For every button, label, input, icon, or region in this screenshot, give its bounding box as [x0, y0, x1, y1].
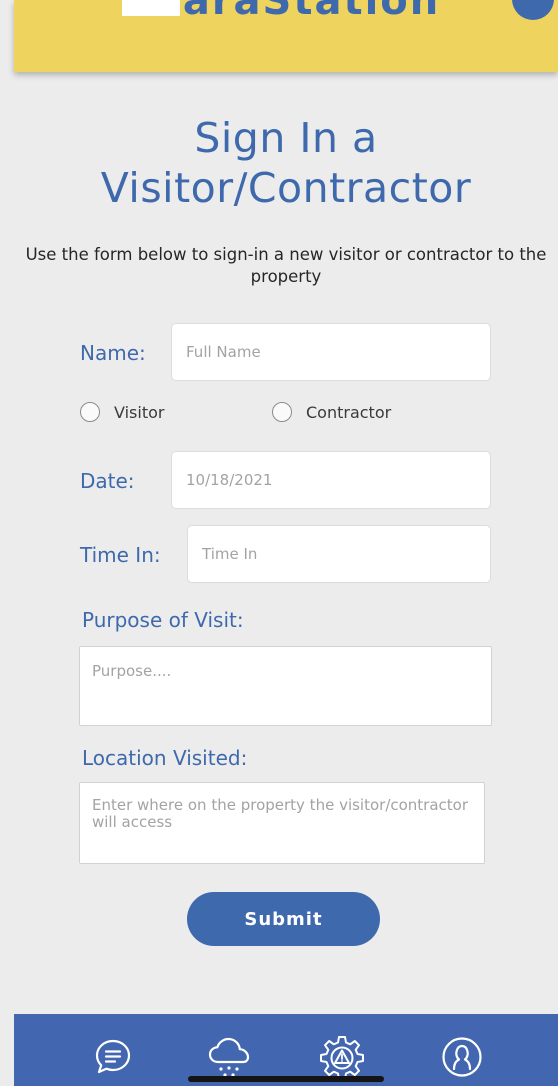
radio-contractor[interactable]: Contractor — [272, 400, 391, 424]
radio-contractor-circle[interactable] — [272, 402, 292, 422]
radio-visitor-label: Visitor — [114, 402, 165, 422]
location-textarea[interactable] — [79, 782, 485, 864]
page-subtitle: Use the form below to sign-in a new visi… — [25, 245, 547, 286]
time-in-input[interactable] — [187, 525, 491, 583]
logo-redaction — [122, 0, 180, 16]
app-logo[interactable]: GaraStation — [148, 0, 448, 24]
name-input[interactable] — [171, 323, 491, 381]
location-label: Location Visited: — [82, 746, 248, 770]
nav-settings-alerts[interactable] — [316, 1032, 368, 1082]
purpose-textarea[interactable] — [79, 646, 492, 726]
radio-visitor[interactable]: Visitor — [80, 400, 164, 424]
chat-bubble-icon — [95, 1039, 131, 1074]
submit-button[interactable]: Submit — [187, 892, 380, 946]
nav-weather[interactable] — [203, 1032, 255, 1082]
app-header: GaraStation — [14, 0, 558, 72]
rain-cloud-icon — [208, 1037, 250, 1077]
page-title: Sign In a Visitor/Contractor — [100, 114, 472, 212]
radio-contractor-label: Contractor — [306, 402, 392, 422]
gear-alert-icon — [320, 1036, 364, 1080]
profile-icon — [442, 1037, 482, 1077]
date-input[interactable] — [171, 451, 491, 509]
time-in-label: Time In: — [80, 543, 161, 567]
purpose-label: Purpose of Visit: — [82, 608, 244, 632]
home-indicator[interactable] — [188, 1076, 384, 1082]
nav-profile[interactable] — [436, 1032, 488, 1082]
date-label: Date: — [80, 469, 135, 493]
user-avatar-icon[interactable] — [512, 0, 554, 20]
nav-chat[interactable] — [87, 1032, 139, 1082]
radio-visitor-circle[interactable] — [80, 402, 100, 422]
name-label: Name: — [80, 341, 146, 365]
